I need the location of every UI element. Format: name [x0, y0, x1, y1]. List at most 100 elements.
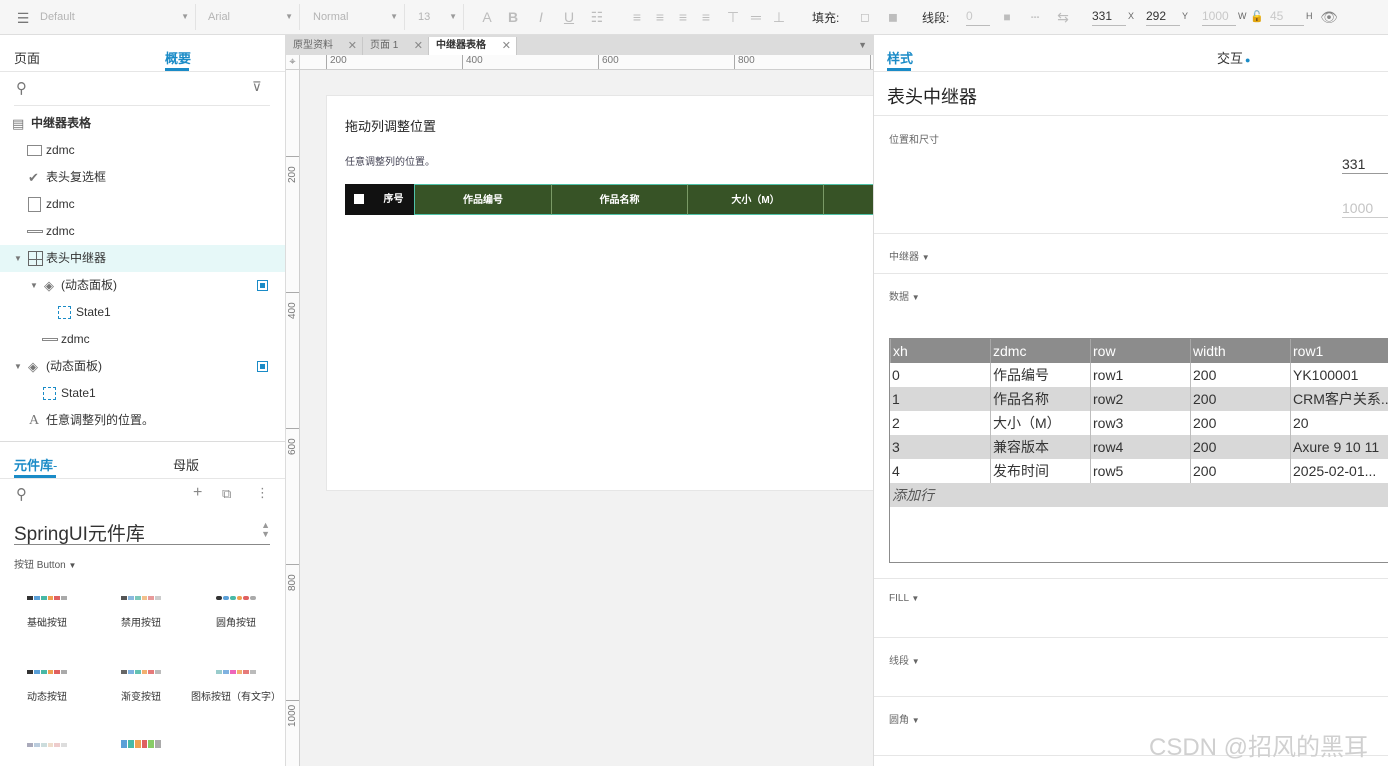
table-cell[interactable]: row3	[1090, 411, 1190, 435]
doc-tab[interactable]: 原型资料 ✕	[286, 37, 363, 55]
table-cell[interactable]: 2025-02-01...	[1290, 459, 1388, 483]
bold-icon[interactable]: B	[504, 7, 522, 27]
table-cell[interactable]: 200	[1190, 435, 1290, 459]
library-select[interactable]: SpringUI元件库 ▲ ▼	[14, 519, 270, 545]
chevron-down-icon[interactable]: ▼	[14, 245, 22, 272]
tree-item[interactable]: zdmc	[0, 191, 285, 218]
library-item[interactable]: 图标按钮（有文字）	[186, 668, 286, 703]
tab-libraries[interactable]: 元件库-	[14, 455, 57, 474]
table-cell[interactable]: 作品编号	[990, 363, 1090, 387]
tabs-overflow-icon[interactable]: ▼	[858, 40, 867, 50]
chevron-down-icon[interactable]: ▼	[14, 353, 22, 380]
x-position-input[interactable]: 331	[1092, 9, 1126, 26]
table-cell[interactable]: Axure 9 10 11	[1290, 435, 1388, 459]
plus-icon[interactable]: +	[193, 484, 202, 502]
library-item[interactable]	[2, 741, 92, 761]
page-title[interactable]: 拖动列调整位置	[345, 116, 436, 135]
library-item[interactable]	[96, 738, 186, 762]
table-cell[interactable]: 发布时间	[990, 459, 1090, 483]
x-input[interactable]: 331	[1342, 156, 1388, 174]
copy-icon[interactable]: ⧉	[222, 486, 231, 502]
table-cell[interactable]: row1	[1090, 363, 1190, 387]
header-cell[interactable]	[823, 184, 874, 215]
tree-root[interactable]: ▤ 中继器表格	[0, 110, 285, 137]
table-cell[interactable]: CRM客户关系...	[1290, 387, 1388, 411]
doc-tab-active[interactable]: 中继器表格 ✕	[429, 37, 517, 55]
style-editor-icon[interactable]: ☰	[14, 8, 32, 28]
close-icon[interactable]: ✕	[414, 37, 423, 55]
column-header[interactable]: xh	[890, 339, 990, 363]
table-cell[interactable]: 200	[1190, 387, 1290, 411]
tree-item[interactable]: zdmc	[0, 326, 285, 353]
library-item[interactable]: 禁用按钮	[96, 594, 186, 629]
align-middle-icon[interactable]: ═	[747, 7, 765, 27]
header-cell-index[interactable]: 序号	[373, 184, 414, 215]
table-cell[interactable]: 0	[890, 363, 990, 387]
tree-item[interactable]: zdmc	[0, 137, 285, 164]
visibility-checkbox[interactable]	[257, 280, 268, 291]
table-cell[interactable]: 4	[890, 459, 990, 483]
table-cell[interactable]: 200	[1190, 459, 1290, 483]
italic-icon[interactable]: I	[532, 7, 550, 27]
shadow-icon[interactable]: ◼	[884, 7, 902, 27]
table-cell[interactable]: 1	[890, 387, 990, 411]
stroke-color-icon[interactable]: ■	[998, 7, 1016, 27]
font-dropdown[interactable]: Arial ▼	[202, 4, 300, 30]
header-cell[interactable]: 大小（M）	[687, 184, 823, 215]
style-dropdown[interactable]: Default ▼	[34, 4, 196, 30]
tree-item[interactable]: State1	[0, 299, 285, 326]
more-icon[interactable]: ⋮	[256, 485, 269, 501]
width-input[interactable]: 1000	[1202, 9, 1236, 26]
eye-icon[interactable]: 👁	[1320, 7, 1338, 27]
font-weight-dropdown[interactable]: Normal ▼	[307, 4, 405, 30]
align-center-icon[interactable]: ≡	[651, 7, 669, 27]
align-right-icon[interactable]: ≡	[674, 7, 692, 27]
column-header[interactable]: zdmc	[990, 339, 1090, 363]
library-item[interactable]: 渐变按钮	[96, 668, 186, 703]
tab-style[interactable]: 样式	[887, 48, 913, 67]
filter-icon[interactable]: ⊽	[252, 79, 262, 95]
library-item[interactable]: 圆角按钮	[191, 594, 281, 629]
column-header[interactable]: row1	[1290, 339, 1388, 363]
tab-pages[interactable]: 页面	[14, 48, 40, 67]
bullet-list-icon[interactable]: ☷	[588, 7, 606, 27]
width-input[interactable]: 1000	[1342, 200, 1388, 218]
table-cell[interactable]: row5	[1090, 459, 1190, 483]
table-cell[interactable]: row2	[1090, 387, 1190, 411]
fill-color-icon[interactable]: ◻	[856, 7, 874, 27]
section-header[interactable]: 数据 ▼	[889, 288, 920, 303]
font-size-dropdown[interactable]: 13 ▼	[412, 4, 464, 30]
library-item[interactable]: 动态按钮	[2, 668, 92, 703]
tree-item[interactable]: ✔ 表头复选框	[0, 164, 285, 191]
search-icon[interactable]: ⚲	[16, 485, 27, 503]
header-repeater[interactable]: 序号 作品编号 作品名称 大小（M）	[345, 184, 874, 215]
table-cell[interactable]: 3	[890, 435, 990, 459]
table-cell[interactable]: 20	[1290, 411, 1388, 435]
align-justify-icon[interactable]: ≡	[697, 7, 715, 27]
table-cell[interactable]: row4	[1090, 435, 1190, 459]
arrow-style-icon[interactable]: ⇆	[1054, 7, 1072, 27]
column-header[interactable]: width	[1190, 339, 1290, 363]
close-icon[interactable]: ✕	[348, 37, 357, 55]
header-cell[interactable]: 作品名称	[551, 184, 687, 215]
table-cell[interactable]: 兼容版本	[990, 435, 1090, 459]
tab-outline[interactable]: 概要	[165, 48, 191, 67]
tree-item[interactable]: ▼ ◈ (动态面板)	[0, 272, 285, 299]
category-header[interactable]: 按钮 Button ▼	[14, 556, 76, 571]
element-name[interactable]: 表头中继器	[887, 83, 977, 109]
close-icon[interactable]: ✕	[502, 37, 511, 55]
table-cell[interactable]: 作品名称	[990, 387, 1090, 411]
section-fill[interactable]: FILL ▼	[874, 578, 1388, 637]
header-checkbox[interactable]	[354, 194, 364, 205]
align-left-icon[interactable]: ≡	[628, 7, 646, 27]
tree-item[interactable]: zdmc	[0, 218, 285, 245]
table-cell[interactable]: 200	[1190, 363, 1290, 387]
tree-item[interactable]: State1	[0, 380, 285, 407]
align-bottom-icon[interactable]: ⊥	[770, 7, 788, 27]
tab-interactions[interactable]: 交互 ●	[1217, 48, 1250, 67]
lock-icon[interactable]: 🔓	[1248, 7, 1266, 27]
tree-item[interactable]: ▼ ◈ (动态面板)	[0, 353, 285, 380]
tree-item-selected[interactable]: ▼ 表头中继器	[0, 245, 285, 272]
underline-icon[interactable]: U	[560, 7, 578, 27]
stroke-width-input[interactable]: 0	[966, 9, 990, 26]
